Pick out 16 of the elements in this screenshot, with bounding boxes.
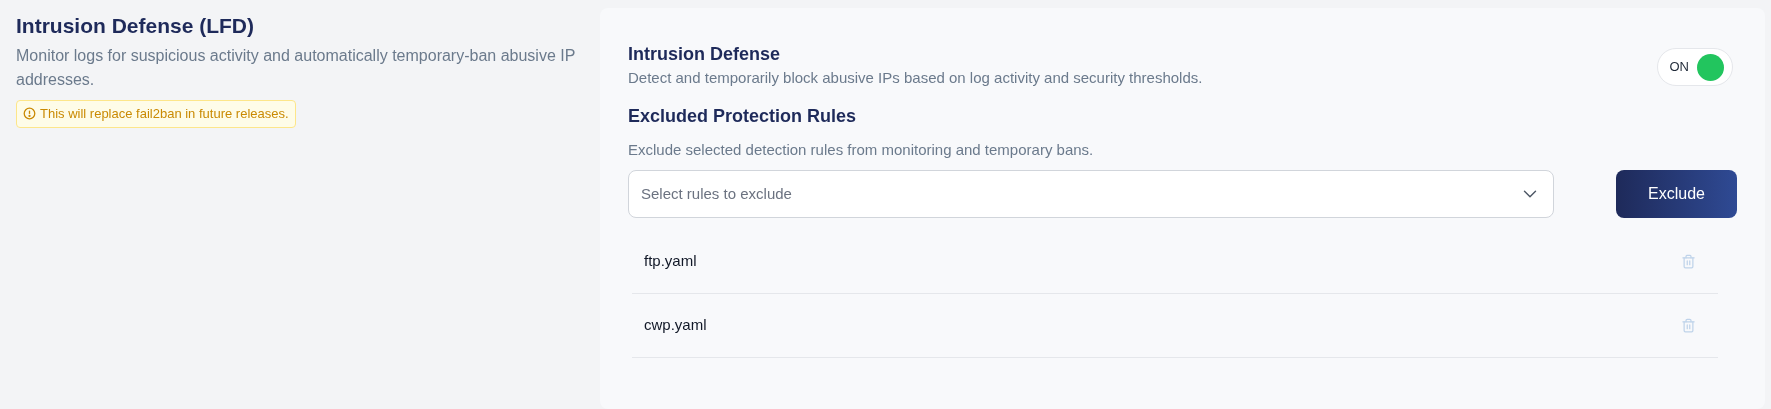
info-icon xyxy=(23,107,36,121)
exclude-button[interactable]: Exclude xyxy=(1616,170,1737,218)
rule-name: cwp.yaml xyxy=(644,315,707,336)
toggle-knob xyxy=(1697,53,1724,81)
rules-description: Exclude selected detection rules from monitoring and temporary bans. xyxy=(628,140,1095,160)
toggle-switch[interactable]: ON xyxy=(1656,48,1733,86)
section-title: Intrusion Defense (LFD) xyxy=(16,13,255,39)
section-description: Monitor logs for suspicious activity and automatically temporary-ban abusive IP addresses. xyxy=(16,46,577,90)
rules-title: Excluded Protection Rules xyxy=(628,105,858,128)
setting-title: Intrusion Defense xyxy=(628,43,782,66)
trash-icon[interactable] xyxy=(1681,318,1696,333)
rule-name: ftp.yaml xyxy=(644,251,697,272)
trash-icon[interactable] xyxy=(1681,254,1696,269)
setting-description: Detect and temporarily block abusive IPs based on log activity and security thresholds. xyxy=(628,68,1203,88)
rules-select[interactable]: Select rules to exclude xyxy=(628,170,1554,218)
notice-text: This will replace fail2ban in future releases. xyxy=(40,105,289,123)
